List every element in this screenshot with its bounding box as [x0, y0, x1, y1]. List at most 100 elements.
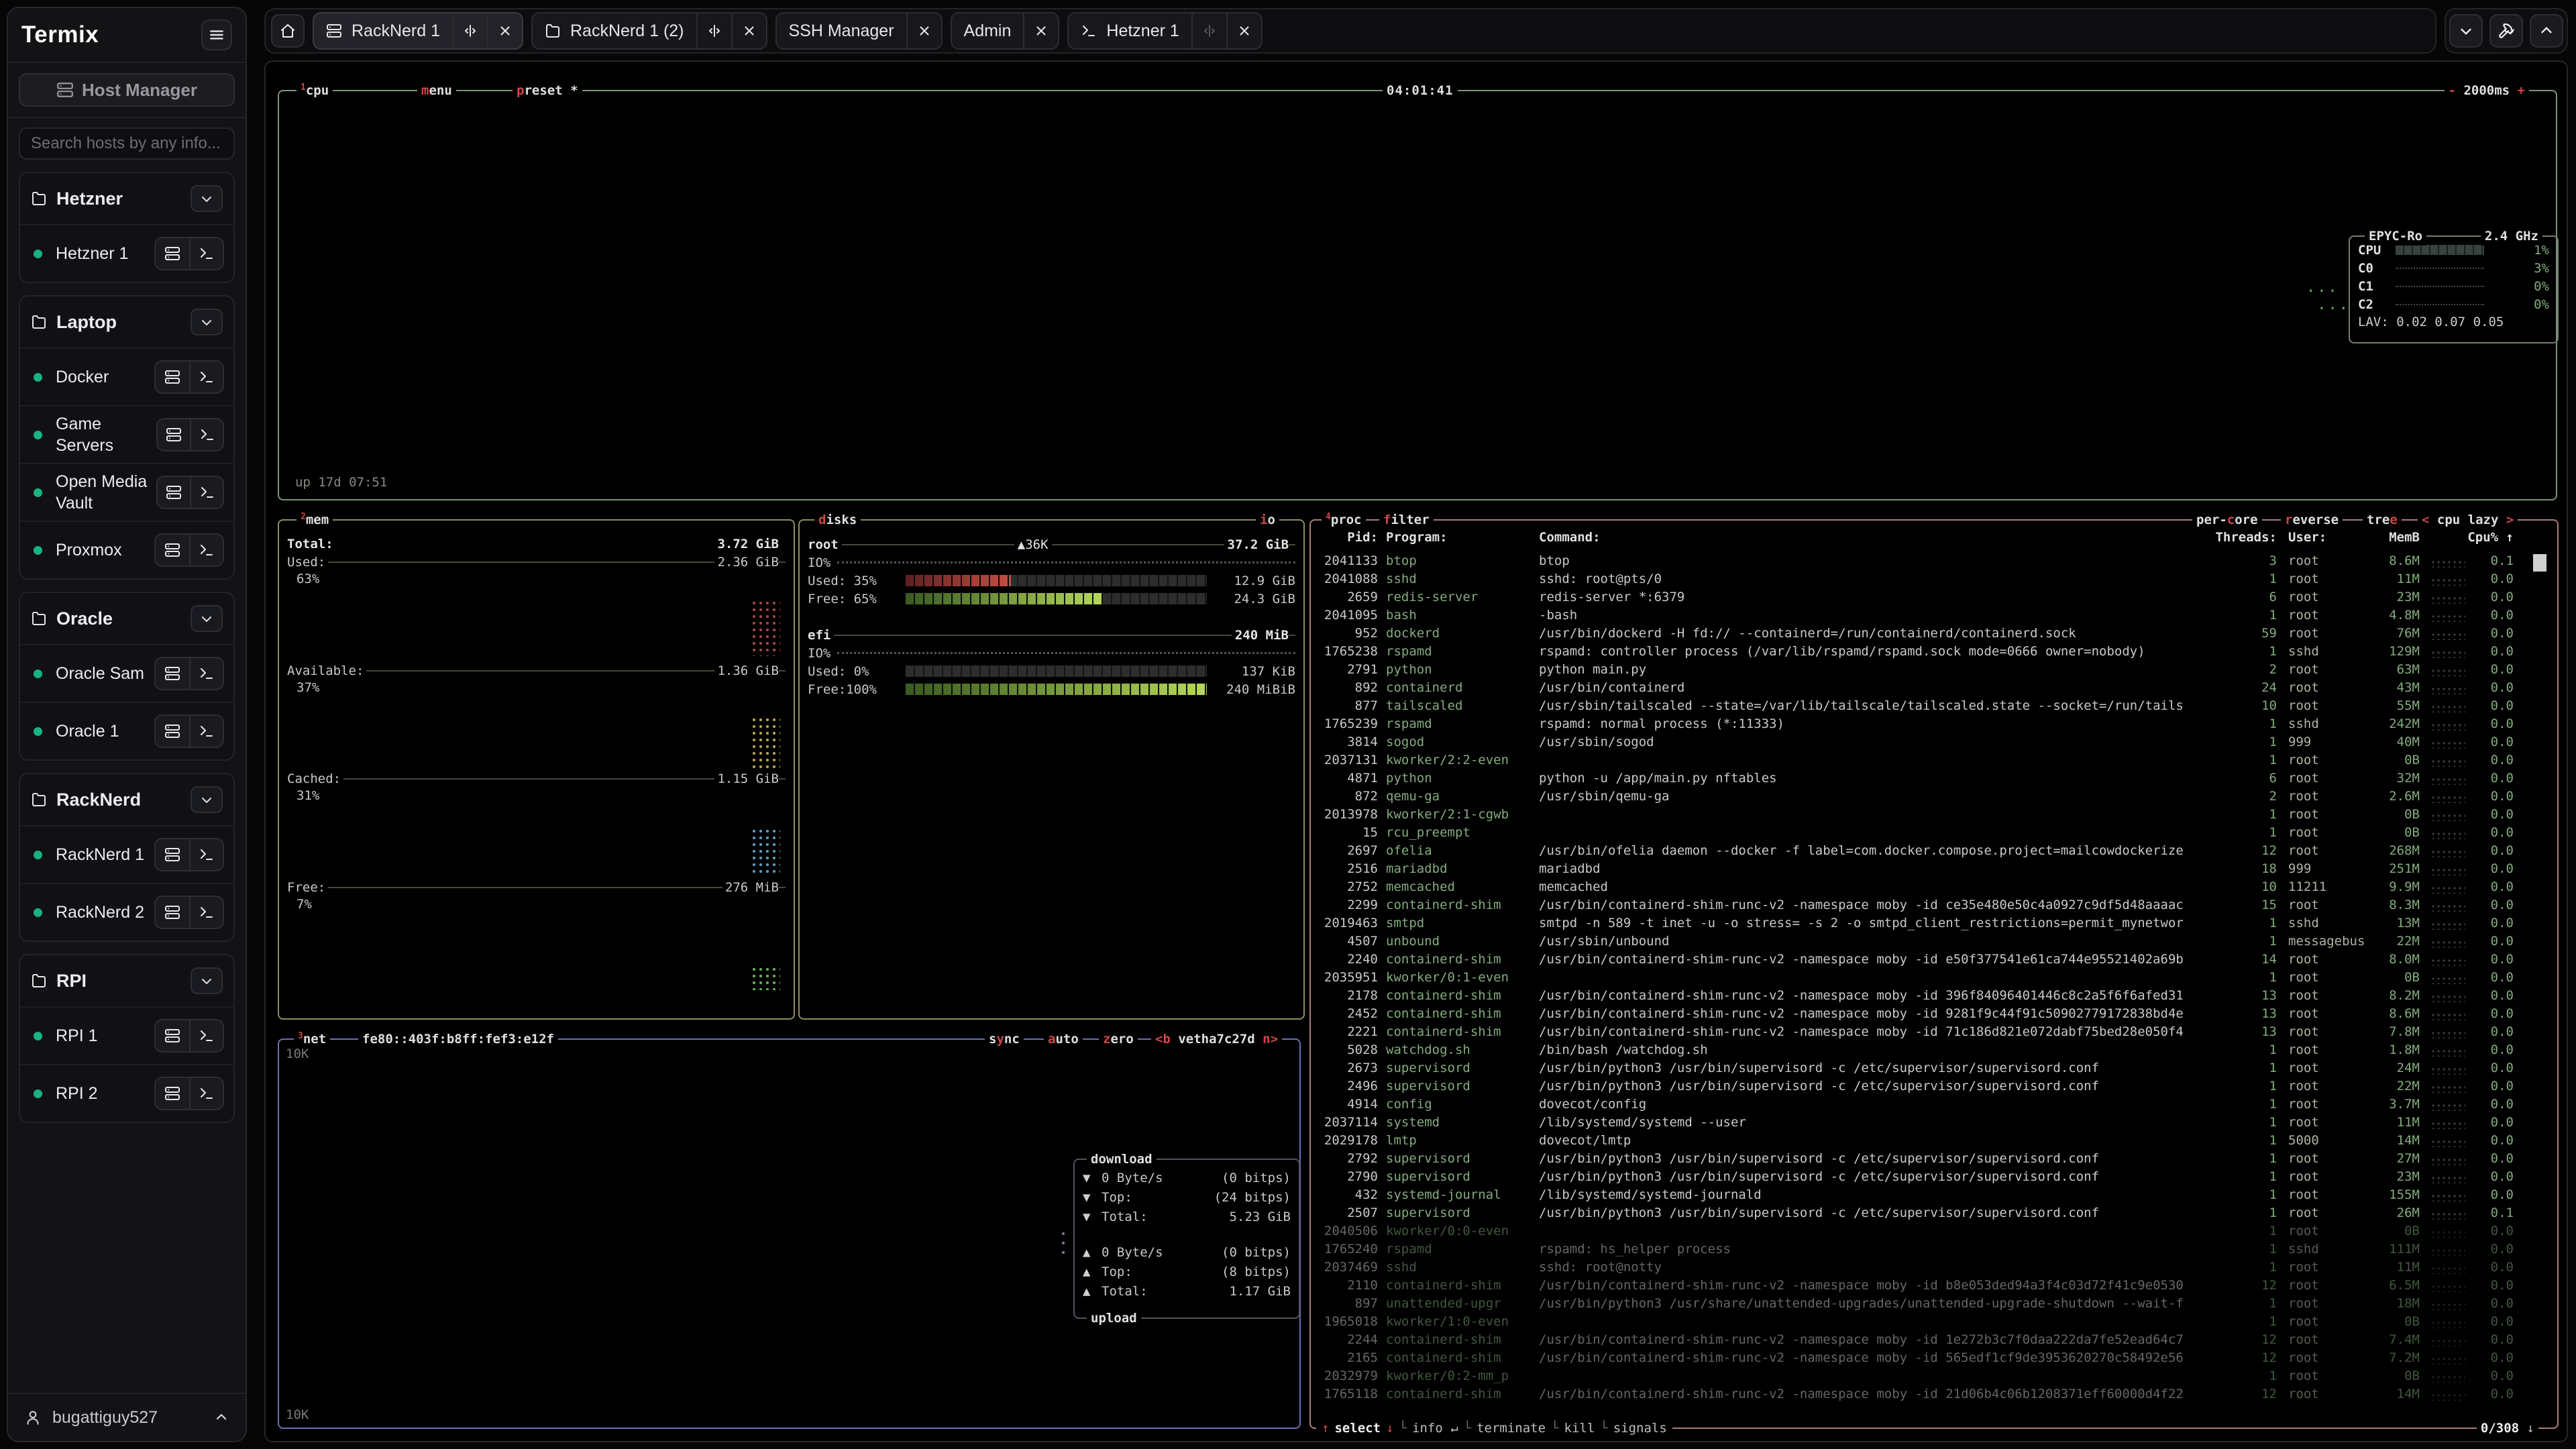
- group-collapse-button[interactable]: [191, 786, 223, 813]
- expand-panel-button[interactable]: [2530, 14, 2563, 48]
- host-item[interactable]: Docker: [20, 347, 233, 405]
- process-row[interactable]: 2110containerd-shim/usr/bin/containerd-s…: [1318, 1276, 2545, 1294]
- process-row[interactable]: 2032979kworker/0:2-mm_p1root0B0.0: [1318, 1366, 2545, 1385]
- host-terminal-button[interactable]: [189, 658, 223, 689]
- host-server-button[interactable]: [156, 1078, 189, 1109]
- group-header[interactable]: RPI: [20, 955, 233, 1006]
- tab[interactable]: RackNerd 1: [313, 12, 523, 50]
- process-row[interactable]: 892containerd/usr/bin/containerd24root43…: [1318, 678, 2545, 696]
- group-header[interactable]: Hetzner: [20, 173, 233, 224]
- proc-reverse-toggle[interactable]: reverse: [2281, 511, 2343, 529]
- process-row[interactable]: 2029178lmtpdovecot/lmtp1500014M0.0: [1318, 1131, 2545, 1149]
- host-item[interactable]: Proxmox: [20, 521, 233, 578]
- process-row[interactable]: 2244containerd-shim/usr/bin/containerd-s…: [1318, 1330, 2545, 1348]
- host-terminal-button[interactable]: [189, 238, 223, 269]
- net-sync-button[interactable]: sync: [985, 1030, 1024, 1049]
- host-terminal-button[interactable]: [189, 897, 223, 928]
- host-item[interactable]: Oracle 1: [20, 702, 233, 759]
- group-collapse-button[interactable]: [191, 309, 223, 335]
- tab-close-button[interactable]: [731, 13, 766, 48]
- host-item[interactable]: RPI 2: [20, 1064, 233, 1122]
- process-row[interactable]: 952dockerd/usr/bin/dockerd -H fd:// --co…: [1318, 624, 2545, 642]
- net-zero-button[interactable]: zero: [1099, 1030, 1138, 1049]
- host-item[interactable]: Game Servers: [20, 405, 233, 463]
- process-row[interactable]: 2299containerd-shim/usr/bin/containerd-s…: [1318, 896, 2545, 914]
- host-server-button[interactable]: [156, 1020, 189, 1051]
- process-row[interactable]: 2792supervisord/usr/bin/python3 /usr/bin…: [1318, 1149, 2545, 1167]
- process-row[interactable]: 1765239rspamdrspamd: normal process (*:1…: [1318, 714, 2545, 733]
- search-input[interactable]: [19, 127, 235, 160]
- group-collapse-button[interactable]: [191, 967, 223, 994]
- proc-sort-selector[interactable]: < cpu lazy >: [2418, 511, 2518, 529]
- net-auto-button[interactable]: auto: [1044, 1030, 1083, 1049]
- host-terminal-button[interactable]: [189, 535, 223, 566]
- process-row[interactable]: 432systemd-journal/lib/systemd/systemd-j…: [1318, 1185, 2545, 1203]
- tab[interactable]: SSH Manager: [775, 12, 943, 50]
- process-row[interactable]: 3814sogod/usr/sbin/sogod199940M0.0: [1318, 733, 2545, 751]
- process-row[interactable]: 2221containerd-shim/usr/bin/containerd-s…: [1318, 1022, 2545, 1040]
- host-server-button[interactable]: [156, 238, 189, 269]
- host-item[interactable]: Open Media Vault: [20, 463, 233, 521]
- process-row[interactable]: 872qemu-ga/usr/sbin/qemu-ga2root2.6M0.0: [1318, 787, 2545, 805]
- process-row[interactable]: 2496supervisord/usr/bin/python3 /usr/bin…: [1318, 1077, 2545, 1095]
- tab-close-button[interactable]: [487, 13, 522, 48]
- host-terminal-button[interactable]: [189, 716, 223, 747]
- process-row[interactable]: 2165containerd-shim/usr/bin/containerd-s…: [1318, 1348, 2545, 1366]
- host-server-button[interactable]: [156, 897, 189, 928]
- tab-split-button[interactable]: [452, 13, 487, 48]
- process-row[interactable]: 2507supervisord/usr/bin/python3 /usr/bin…: [1318, 1203, 2545, 1222]
- host-item[interactable]: RPI 1: [20, 1006, 233, 1064]
- process-row[interactable]: 2659redis-serverredis-server *:63796root…: [1318, 588, 2545, 606]
- process-row[interactable]: 2178containerd-shim/usr/bin/containerd-s…: [1318, 986, 2545, 1004]
- tab-close-button[interactable]: [906, 13, 941, 48]
- proc-filter-button[interactable]: filter: [1379, 511, 1434, 529]
- home-tab-button[interactable]: [271, 14, 305, 48]
- host-server-button[interactable]: [156, 658, 189, 689]
- process-row[interactable]: 2790supervisord/usr/bin/python3 /usr/bin…: [1318, 1167, 2545, 1185]
- host-item[interactable]: Oracle Sam: [20, 644, 233, 702]
- host-terminal-button[interactable]: [189, 1020, 223, 1051]
- process-row[interactable]: 2037469sshdsshd: root@notty1root11M0.0: [1318, 1258, 2545, 1276]
- host-item[interactable]: RackNerd 2: [20, 883, 233, 941]
- process-row[interactable]: 897unattended-upgr/usr/bin/python3 /usr/…: [1318, 1294, 2545, 1312]
- host-server-button[interactable]: [156, 362, 189, 392]
- btop-refresh-rate[interactable]: - 2000ms +: [2445, 81, 2529, 100]
- host-item[interactable]: RackNerd 1: [20, 825, 233, 883]
- terminal-panel[interactable]: 1cpu menu preset * 04:01:41 - 2000ms + ·…: [264, 60, 2568, 1442]
- process-row[interactable]: 1765240rspamdrspamd: hs_helper process1s…: [1318, 1240, 2545, 1258]
- process-row[interactable]: 2037131kworker/2:2-even1root0B0.0: [1318, 751, 2545, 769]
- host-manager-button[interactable]: Host Manager: [19, 73, 235, 107]
- process-row[interactable]: 4871pythonpython -u /app/main.py nftable…: [1318, 769, 2545, 787]
- group-collapse-button[interactable]: [191, 185, 223, 212]
- process-row[interactable]: 4507unbound/usr/sbin/unbound1messagebus2…: [1318, 932, 2545, 950]
- process-row[interactable]: 2041088sshdsshd: root@pts/01root11M0.0: [1318, 570, 2545, 588]
- net-interface-switcher[interactable]: <b vetha7c27d n>: [1151, 1030, 1282, 1049]
- tab-close-button[interactable]: [1023, 13, 1058, 48]
- process-row[interactable]: 2041133btopbtop3root8.6M0.1: [1318, 551, 2545, 570]
- process-row[interactable]: 2516mariadbdmariadbd18999251M0.0: [1318, 859, 2545, 877]
- process-row[interactable]: 2040506kworker/0:0-even1root0B0.0: [1318, 1222, 2545, 1240]
- user-menu[interactable]: bugattiguy527: [8, 1393, 246, 1441]
- sidebar-menu-button[interactable]: [201, 19, 232, 50]
- process-row[interactable]: 2019463smtpdsmtpd -n 589 -t inet -u -o s…: [1318, 914, 2545, 932]
- disks-io-toggle[interactable]: io: [1256, 511, 1279, 529]
- process-row[interactable]: 2037114systemd/lib/systemd/systemd --use…: [1318, 1113, 2545, 1131]
- group-header[interactable]: Laptop: [20, 297, 233, 347]
- proc-scrollbar-thumb[interactable]: [2533, 554, 2546, 572]
- host-terminal-button[interactable]: [190, 477, 223, 508]
- tab[interactable]: RackNerd 1 (2): [531, 12, 767, 50]
- host-terminal-button[interactable]: [189, 1078, 223, 1109]
- proc-percore-toggle[interactable]: per-core: [2192, 511, 2262, 529]
- host-server-button[interactable]: [156, 839, 189, 870]
- proc-tree-toggle[interactable]: tree: [2363, 511, 2402, 529]
- process-row[interactable]: 2452containerd-shim/usr/bin/containerd-s…: [1318, 1004, 2545, 1022]
- btop-preset-button[interactable]: preset *: [513, 81, 582, 100]
- host-terminal-button[interactable]: [189, 839, 223, 870]
- tools-button[interactable]: [2489, 14, 2523, 48]
- process-row[interactable]: 2697ofelia/usr/bin/ofelia daemon --docke…: [1318, 841, 2545, 859]
- host-item[interactable]: Hetzner 1: [20, 224, 233, 282]
- process-row[interactable]: 2240containerd-shim/usr/bin/containerd-s…: [1318, 950, 2545, 968]
- tab[interactable]: Hetzner 1: [1067, 12, 1262, 50]
- tab[interactable]: Admin: [951, 12, 1060, 50]
- process-row[interactable]: 1765118containerd-shim/usr/bin/container…: [1318, 1385, 2545, 1403]
